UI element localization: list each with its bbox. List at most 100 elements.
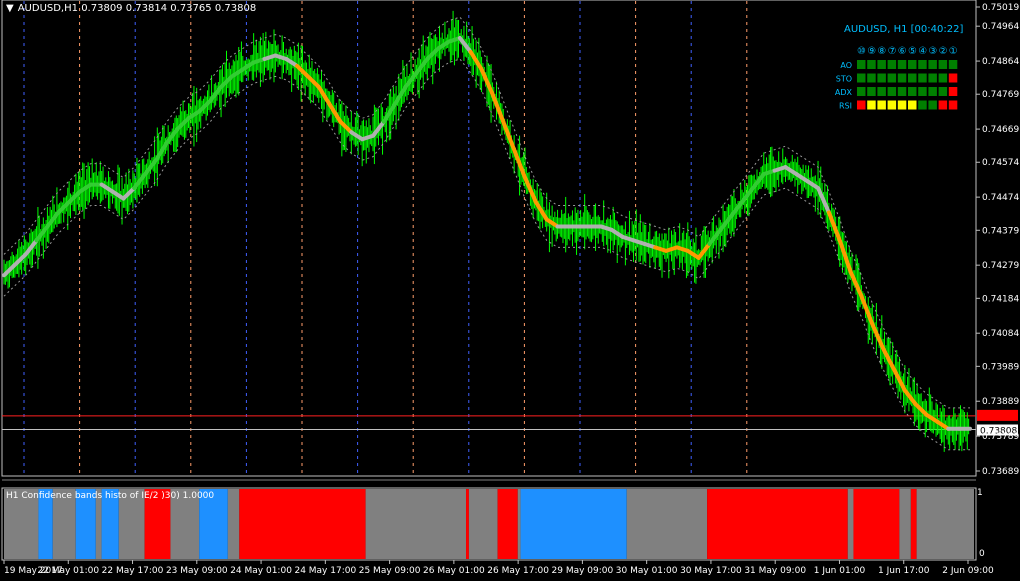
time-label-13: 1 Jun 01:00 [814, 566, 866, 576]
dashboard-column-9: ① [949, 46, 958, 57]
time-label-7: 26 May 01:00 [423, 566, 485, 576]
dashboard-cell [887, 100, 897, 110]
time-label-11: 30 May 17:00 [680, 566, 742, 576]
dashboard-cell [948, 73, 958, 83]
time-label-2: 22 May 17:00 [102, 566, 164, 576]
histogram-segment-red [853, 489, 900, 559]
dashboard-cell [867, 73, 876, 83]
indicator-scale-min: 0 [979, 549, 985, 559]
histogram-segment-red [239, 489, 366, 559]
price-label-13: 0.73789 [982, 432, 1019, 442]
dashboard-row-label-adx: ADX [835, 88, 853, 97]
dashboard-column-1: ⑨ [867, 46, 876, 57]
symbol-name: AUDUSD,H1 [17, 3, 78, 14]
dashboard-cell [948, 100, 958, 110]
price-label-1: 0.74964 [982, 22, 1019, 32]
price-label-12: 0.73889 [982, 397, 1019, 407]
price-label-10: 0.74084 [982, 329, 1019, 339]
price-label-2: 0.74864 [982, 57, 1019, 67]
histogram-segment-gray [626, 489, 708, 559]
low-value: 0.73765 [170, 3, 212, 14]
dashboard-cell [887, 60, 897, 69]
red-level-tag [977, 409, 1018, 421]
triangle-down-icon[interactable]: ▼ [6, 3, 14, 14]
histogram-segment-gray [916, 489, 974, 559]
dashboard-row-label-sto: STO [836, 75, 852, 84]
dashboard-cell [897, 73, 907, 83]
dashboard-cell [897, 87, 907, 96]
dashboard-cell [887, 73, 897, 83]
dashboard-cell [938, 73, 948, 83]
dashboard-row-label-ao: AO [840, 61, 852, 70]
price-label-6: 0.74474 [982, 193, 1019, 203]
dashboard-column-4: ⑥ [898, 46, 907, 57]
time-label-10: 30 May 01:00 [616, 566, 678, 576]
dashboard-cell [918, 60, 927, 69]
dashboard-column-5: ⑤ [908, 46, 917, 57]
dashboard-column-6: ④ [918, 46, 927, 57]
dashboard-column-0: ⑩ [857, 46, 866, 57]
dashboard-cell [877, 73, 886, 83]
indicator-title: H1 Confidence bands histo of IE/2 )30) 1… [6, 491, 215, 501]
histogram-segment-gray [468, 489, 498, 559]
histogram-segment-blue [520, 489, 627, 559]
price-label-14: 0.73689 [982, 467, 1019, 477]
dashboard-column-8: ② [939, 46, 948, 57]
dashboard-cell [948, 87, 958, 96]
time-label-1: 22 May 01:00 [37, 566, 99, 576]
time-label-4: 24 May 01:00 [230, 566, 292, 576]
time-label-5: 24 May 17:00 [294, 566, 356, 576]
dashboard-cell [867, 87, 876, 96]
dashboard-cell [938, 87, 948, 96]
histogram-segment-gray [517, 489, 521, 559]
histogram-segment-red [466, 489, 469, 559]
time-label-8: 26 May 17:00 [487, 566, 549, 576]
price-label-0: 0.75019 [982, 3, 1019, 13]
dashboard-cell [908, 100, 917, 110]
dashboard-cell [867, 100, 876, 110]
dashboard-cell [887, 87, 897, 96]
dashboard-cell [857, 60, 866, 69]
dashboard-row-label-rsi: RSI [839, 102, 852, 111]
dashboard-cell [908, 73, 917, 83]
price-label-5: 0.74574 [982, 158, 1019, 168]
dashboard-cell [908, 60, 917, 69]
dashboard-cell [928, 73, 937, 83]
dashboard-cell [918, 73, 927, 83]
indicator-scale-max: 1 [977, 488, 983, 498]
dashboard-cell [938, 100, 948, 110]
time-label-15: 2 Jun 09:00 [942, 566, 994, 576]
histogram-segment-gray [899, 489, 911, 559]
time-label-3: 23 May 09:00 [166, 566, 228, 576]
dashboard-cell [867, 60, 876, 69]
histogram-segment-red [910, 489, 917, 559]
dashboard-cell [918, 87, 927, 96]
histogram-segment-gray [365, 489, 467, 559]
time-label-9: 29 May 09:00 [552, 566, 614, 576]
dashboard-cell [928, 100, 937, 110]
dashboard-cell [857, 87, 866, 96]
price-label-11: 0.73989 [982, 362, 1019, 372]
price-label-7: 0.74379 [982, 226, 1019, 236]
symbol-header: ▼ AUDUSD,H1 0.73809 0.73814 0.73765 0.738… [6, 3, 256, 14]
dashboard-cell [857, 73, 866, 83]
histogram-segment-gray [227, 489, 240, 559]
dashboard-cell [877, 60, 886, 69]
dashboard-column-3: ⑦ [888, 46, 897, 57]
dashboard-cell [857, 100, 866, 110]
dashboard-cell [928, 87, 937, 96]
dashboard-cell [908, 87, 917, 96]
dashboard-cell [938, 60, 948, 69]
price-label-9: 0.74184 [982, 294, 1019, 304]
open-value: 0.73809 [81, 3, 123, 14]
price-label-3: 0.74769 [982, 90, 1019, 100]
dashboard-cell [877, 87, 886, 96]
price-label-8: 0.74279 [982, 261, 1019, 271]
histogram-segment-red [707, 489, 848, 559]
dashboard-cell [918, 100, 927, 110]
dashboard-cell [897, 60, 907, 69]
dashboard-column-7: ③ [928, 46, 937, 57]
time-label-12: 31 May 09:00 [744, 566, 806, 576]
dashboard-cell [948, 60, 958, 69]
dashboard-cell [897, 100, 907, 110]
